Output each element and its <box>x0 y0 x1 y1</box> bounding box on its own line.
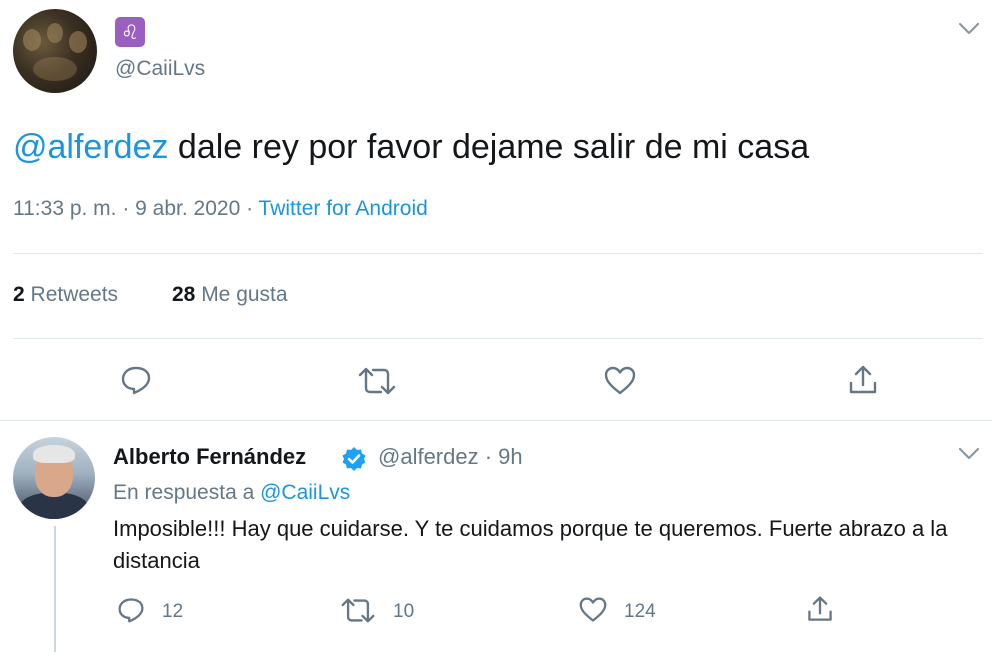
divider <box>13 253 983 254</box>
reply-author-name[interactable]: Alberto Fernández <box>113 444 306 470</box>
chevron-down-icon[interactable] <box>958 447 980 461</box>
reply-text: Imposible!!! Hay que cuidarse. Y te cuid… <box>113 516 948 573</box>
reply-icon[interactable] <box>116 596 146 624</box>
author-handle[interactable]: @CaiiLvs <box>115 57 205 81</box>
likes-count: 28 <box>172 283 196 306</box>
thread-line <box>54 526 56 652</box>
verified-badge-icon <box>341 446 367 477</box>
like-icon[interactable] <box>603 365 637 397</box>
reply-context: En respuesta a @CaiiLvs <box>113 481 350 505</box>
likes-stat[interactable]: 28 Me gusta <box>172 283 288 307</box>
reply-prefix: En respuesta a <box>113 481 261 504</box>
retweets-count: 2 <box>13 283 25 306</box>
retweet-icon[interactable] <box>357 366 397 396</box>
tweet-text: @alferdez dale rey por favor dejame sali… <box>13 125 809 169</box>
reply-icon[interactable] <box>119 364 153 396</box>
chevron-down-icon[interactable] <box>958 22 980 36</box>
tweet-timestamp[interactable]: 11:33 p. m. · 9 abr. 2020 · <box>13 197 259 220</box>
retweet-icon[interactable] <box>340 597 376 624</box>
retweet-count: 10 <box>393 601 415 622</box>
tweet-source-link[interactable]: Twitter for Android <box>259 197 428 220</box>
share-icon[interactable] <box>846 363 880 397</box>
divider <box>0 420 992 421</box>
tweet-body-text: dale rey por favor dejame salir de mi ca… <box>168 128 810 166</box>
author-avatar[interactable] <box>13 9 97 93</box>
reply-author-avatar[interactable] <box>13 437 95 519</box>
author-display-name[interactable]: ♌ <box>115 17 145 47</box>
retweets-label: Retweets <box>24 283 119 306</box>
like-icon[interactable] <box>578 596 608 624</box>
reply-to-mention[interactable]: @CaiiLvs <box>260 481 350 504</box>
mention-link[interactable]: @alferdez <box>13 128 168 166</box>
divider <box>13 338 983 339</box>
reply-count: 12 <box>162 601 184 622</box>
reply-handle-time[interactable]: @alferdez · 9h <box>378 444 523 470</box>
likes-label: Me gusta <box>195 283 288 306</box>
retweets-stat[interactable]: 2 Retweets <box>13 283 118 307</box>
like-count: 124 <box>624 601 656 622</box>
tweet-meta: 11:33 p. m. · 9 abr. 2020 · Twitter for … <box>13 197 428 221</box>
share-icon[interactable] <box>805 594 835 624</box>
